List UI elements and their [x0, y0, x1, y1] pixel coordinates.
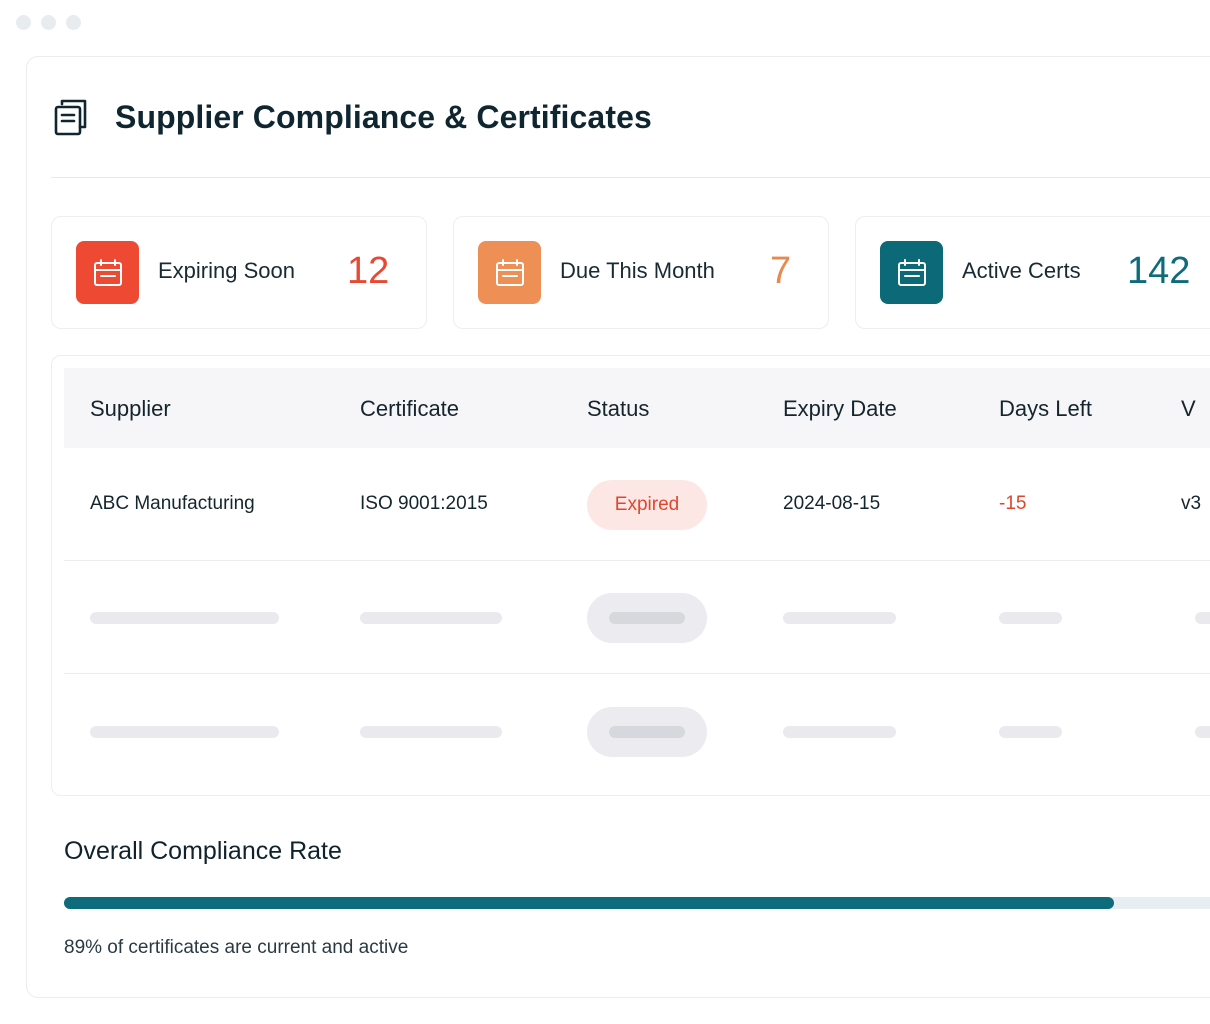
stat-value: 142: [1127, 250, 1191, 292]
column-header-version[interactable]: V: [1181, 396, 1196, 422]
cell-certificate: ISO 9001:2015: [360, 493, 488, 514]
skeleton-pill: [587, 707, 707, 757]
certificates-table: Supplier Certificate Status Expiry Date …: [51, 355, 1210, 796]
compliance-progress-bar: [64, 897, 1210, 909]
table-header: Supplier Certificate Status Expiry Date …: [64, 368, 1210, 448]
panel-header: Supplier Compliance & Certificates: [51, 57, 1210, 178]
compliance-panel: Supplier Compliance & Certificates Expir…: [26, 56, 1210, 998]
skeleton-bar: [360, 726, 502, 738]
skeleton-bar: [783, 726, 896, 738]
table-row-skeleton: [64, 675, 1210, 788]
column-header-certificate[interactable]: Certificate: [360, 396, 459, 422]
skeleton-bar: [999, 612, 1062, 624]
calendar-icon: [76, 241, 139, 304]
skeleton-bar: [360, 612, 502, 624]
window-dot-close[interactable]: [16, 15, 31, 30]
compliance-rate-note: 89% of certificates are current and acti…: [64, 937, 409, 958]
column-header-days-left[interactable]: Days Left: [999, 396, 1092, 422]
cell-expiry-date: 2024-08-15: [783, 493, 881, 514]
window-dot-minimize[interactable]: [41, 15, 56, 30]
calendar-icon: [478, 241, 541, 304]
stat-card-due-this-month[interactable]: Due This Month 7: [453, 216, 829, 329]
stat-label: Due This Month: [560, 258, 715, 283]
cell-supplier: ABC Manufacturing: [90, 493, 255, 514]
calendar-icon: [880, 241, 943, 304]
stat-value: 7: [770, 250, 792, 292]
skeleton-bar: [1195, 726, 1210, 738]
cell-version: v3: [1181, 493, 1202, 514]
compliance-rate-title: Overall Compliance Rate: [64, 837, 342, 865]
skeleton-bar: [1195, 612, 1210, 624]
stat-card-expiring-soon[interactable]: Expiring Soon 12: [51, 216, 427, 329]
table-row-skeleton: [64, 561, 1210, 674]
document-stack-icon: [54, 99, 87, 136]
table-row[interactable]: ABC Manufacturing ISO 9001:2015 Expired …: [64, 448, 1210, 561]
status-badge: Expired: [587, 480, 707, 530]
cell-days-left: -15: [999, 493, 1027, 514]
column-header-status[interactable]: Status: [587, 396, 649, 422]
skeleton-bar: [783, 612, 896, 624]
column-header-supplier[interactable]: Supplier: [90, 396, 171, 422]
page-title: Supplier Compliance & Certificates: [115, 98, 652, 135]
window-controls: [16, 15, 81, 30]
window-dot-maximize[interactable]: [66, 15, 81, 30]
skeleton-pill: [587, 593, 707, 643]
stat-value: 12: [347, 250, 390, 292]
stat-label: Active Certs: [962, 258, 1081, 283]
skeleton-bar: [999, 726, 1062, 738]
stat-label: Expiring Soon: [158, 258, 295, 283]
skeleton-bar: [90, 612, 279, 624]
stat-card-active-certs[interactable]: Active Certs 142: [855, 216, 1210, 329]
compliance-progress-fill: [64, 897, 1115, 909]
column-header-expiry-date[interactable]: Expiry Date: [783, 396, 897, 422]
skeleton-bar: [90, 726, 279, 738]
